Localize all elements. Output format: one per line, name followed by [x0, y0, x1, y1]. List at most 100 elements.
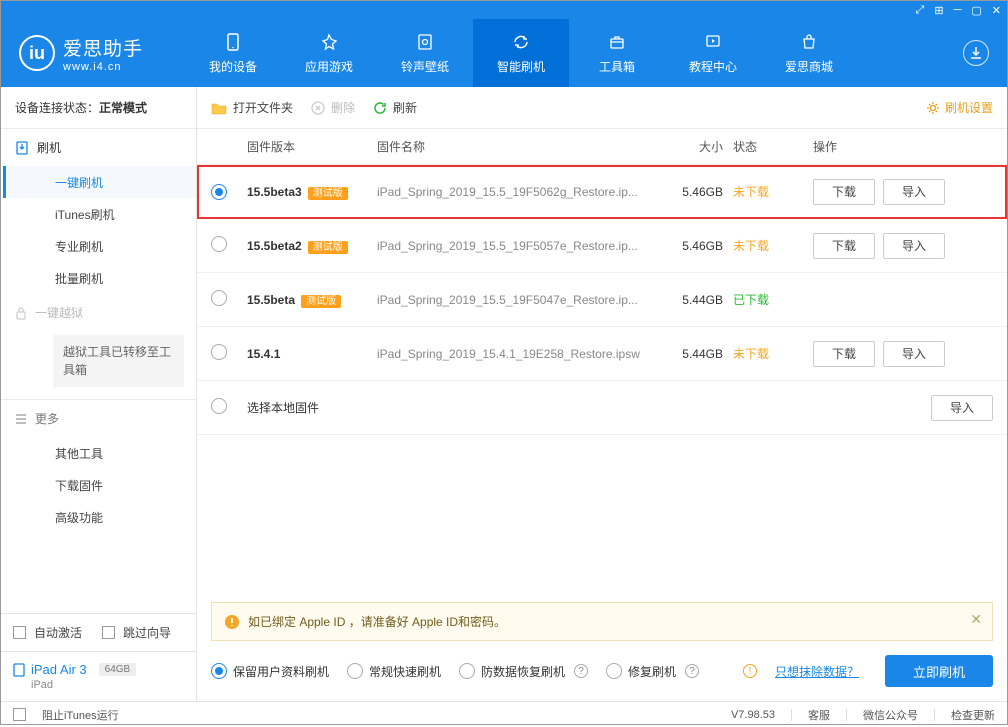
flash-settings-button[interactable]: 刷机设置 [926, 99, 993, 116]
nav-device[interactable]: 我的设备 [185, 19, 281, 87]
app-header: iu 爱思助手 www.i4.cn 我的设备应用游戏铃声壁纸智能刷机工具箱教程中… [1, 19, 1007, 87]
stop-itunes-label: 阻止iTunes运行 [42, 707, 119, 723]
import-button[interactable]: 导入 [883, 233, 945, 259]
device-icon [13, 663, 25, 677]
wechat-link[interactable]: 微信公众号 [863, 707, 918, 723]
delete-button: 删除 [311, 99, 355, 116]
gear-icon [926, 101, 940, 115]
nav-flash[interactable]: 智能刷机 [473, 19, 569, 87]
nav-store[interactable]: 爱思商城 [761, 19, 857, 87]
firmware-list: 15.5beta3测试版iPad_Spring_2019_15.5_19F506… [197, 165, 1007, 435]
download-center-icon[interactable] [963, 40, 989, 66]
logo-icon: iu [19, 35, 55, 71]
firmware-version: 15.5beta2测试版 [247, 238, 377, 253]
jailbreak-note: 越狱工具已转移至工具箱 [53, 335, 184, 387]
ring-icon [416, 31, 434, 53]
firmware-size: 5.44GB [657, 347, 733, 361]
nav-tutorial[interactable]: 教程中心 [665, 19, 761, 87]
tutorial-icon [704, 31, 722, 53]
firmware-version: 15.5beta测试版 [247, 292, 377, 307]
titlebar-icon-minimize[interactable]: ─ [954, 4, 962, 16]
window-titlebar: ⤢ ⊞ ─ ▢ ✕ [1, 1, 1007, 19]
firmware-row: 15.4.1iPad_Spring_2019_15.4.1_19E258_Res… [197, 327, 1007, 381]
option-radio[interactable] [606, 663, 622, 679]
nav-tools[interactable]: 工具箱 [569, 19, 665, 87]
top-nav: 我的设备应用游戏铃声壁纸智能刷机工具箱教程中心爱思商城 [185, 19, 857, 87]
open-folder-button[interactable]: 打开文件夹 [211, 99, 293, 116]
firmware-size: 5.46GB [657, 239, 733, 253]
titlebar-icon-maximize[interactable]: ▢ [971, 4, 981, 17]
check-update-link[interactable]: 检查更新 [951, 707, 995, 723]
sidebar-item-batch[interactable]: 批量刷机 [3, 262, 196, 294]
firmware-radio[interactable] [211, 236, 227, 252]
option-radio[interactable] [347, 663, 363, 679]
col-version: 固件版本 [247, 138, 377, 155]
footer-bar: 阻止iTunes运行 V7.98.53 客服 微信公众号 检查更新 [1, 701, 1007, 727]
sidebar-item-adv[interactable]: 高级功能 [3, 501, 196, 533]
device-info[interactable]: iPad Air 3 64GB iPad [1, 651, 196, 701]
option-keep[interactable]: 保留用户资料刷机 [211, 663, 329, 680]
import-button[interactable]: 导入 [931, 395, 993, 421]
titlebar-icon-close[interactable]: ✕ [992, 4, 1001, 17]
option-repair[interactable]: 修复刷机? [606, 663, 699, 680]
import-button[interactable]: 导入 [883, 179, 945, 205]
help-icon[interactable]: ? [574, 664, 588, 678]
sidebar-flash-title[interactable]: 刷机 [1, 129, 196, 166]
hamburger-icon [15, 413, 27, 425]
erase-data-link[interactable]: 只想抹除数据？ [775, 663, 859, 680]
kefu-link[interactable]: 客服 [808, 707, 830, 723]
skip-guide-checkbox[interactable] [102, 626, 115, 639]
firmware-status: 未下载 [733, 183, 813, 200]
import-button[interactable]: 导入 [883, 341, 945, 367]
firmware-size: 5.44GB [657, 293, 733, 307]
sidebar: 设备连接状态：正常模式 刷机 一键刷机iTunes刷机专业刷机批量刷机 一键越狱… [1, 87, 197, 701]
download-button[interactable]: 下载 [813, 233, 875, 259]
beta-badge: 测试版 [308, 187, 348, 200]
sidebar-more-title[interactable]: 更多 [1, 399, 196, 437]
main-content: 打开文件夹 删除 刷新 刷机设置 固件版本 固件名称 大小 状态 操作 [197, 87, 1007, 701]
firmware-version: 15.5beta3测试版 [247, 184, 377, 199]
firmware-radio[interactable] [211, 398, 227, 414]
help-icon[interactable]: ? [685, 664, 699, 678]
sidebar-item-dlfw[interactable]: 下载固件 [3, 469, 196, 501]
sidebar-item-pro[interactable]: 专业刷机 [3, 230, 196, 262]
option-normal[interactable]: 常规快速刷机 [347, 663, 441, 680]
col-status: 状态 [733, 138, 813, 155]
option-radio[interactable] [459, 663, 475, 679]
apple-id-notice: 如已绑定 Apple ID ，请准备好 Apple ID和密码。 ✕ [211, 602, 993, 641]
firmware-radio[interactable] [211, 290, 227, 306]
version-label: V7.98.53 [731, 709, 775, 721]
logo: iu 爱思助手 www.i4.cn [19, 34, 185, 73]
stop-itunes-checkbox[interactable] [13, 708, 26, 721]
sidebar-item-itunes[interactable]: iTunes刷机 [3, 198, 196, 230]
auto-activate-checkbox[interactable] [13, 626, 26, 639]
warning-icon [224, 614, 240, 630]
sidebar-item-one[interactable]: 一键刷机 [3, 166, 196, 198]
firmware-radio[interactable] [211, 344, 227, 360]
auto-activate-row: 自动激活 跳过向导 [1, 614, 196, 651]
nav-apps[interactable]: 应用游戏 [281, 19, 377, 87]
firmware-version: 选择本地固件 [247, 399, 813, 416]
firmware-radio[interactable] [211, 184, 227, 200]
option-recover[interactable]: 防数据恢复刷机? [459, 663, 588, 680]
firmware-row: 15.5beta2测试版iPad_Spring_2019_15.5_19F505… [197, 219, 1007, 273]
refresh-button[interactable]: 刷新 [373, 99, 417, 116]
flash-now-button[interactable]: 立即刷机 [885, 655, 993, 687]
connection-status: 设备连接状态：正常模式 [1, 87, 196, 129]
titlebar-icon-grid[interactable]: ⊞ [934, 4, 943, 17]
device-icon [224, 31, 242, 53]
refresh-icon [373, 101, 387, 115]
sidebar-item-other[interactable]: 其他工具 [3, 437, 196, 469]
notice-close-icon[interactable]: ✕ [970, 611, 982, 628]
firmware-size: 5.46GB [657, 185, 733, 199]
download-button[interactable]: 下载 [813, 179, 875, 205]
nav-ring[interactable]: 铃声壁纸 [377, 19, 473, 87]
download-button[interactable]: 下载 [813, 341, 875, 367]
firmware-row: 15.5beta3测试版iPad_Spring_2019_15.5_19F506… [197, 165, 1007, 219]
firmware-status: 未下载 [733, 345, 813, 362]
flash-options: 保留用户资料刷机常规快速刷机防数据恢复刷机?修复刷机? ! 只想抹除数据？ 立即… [197, 641, 1007, 701]
firmware-filename: iPad_Spring_2019_15.5_19F5047e_Restore.i… [377, 293, 657, 307]
titlebar-icon-expand[interactable]: ⤢ [916, 4, 925, 17]
lock-icon [15, 306, 27, 320]
option-radio[interactable] [211, 663, 227, 679]
